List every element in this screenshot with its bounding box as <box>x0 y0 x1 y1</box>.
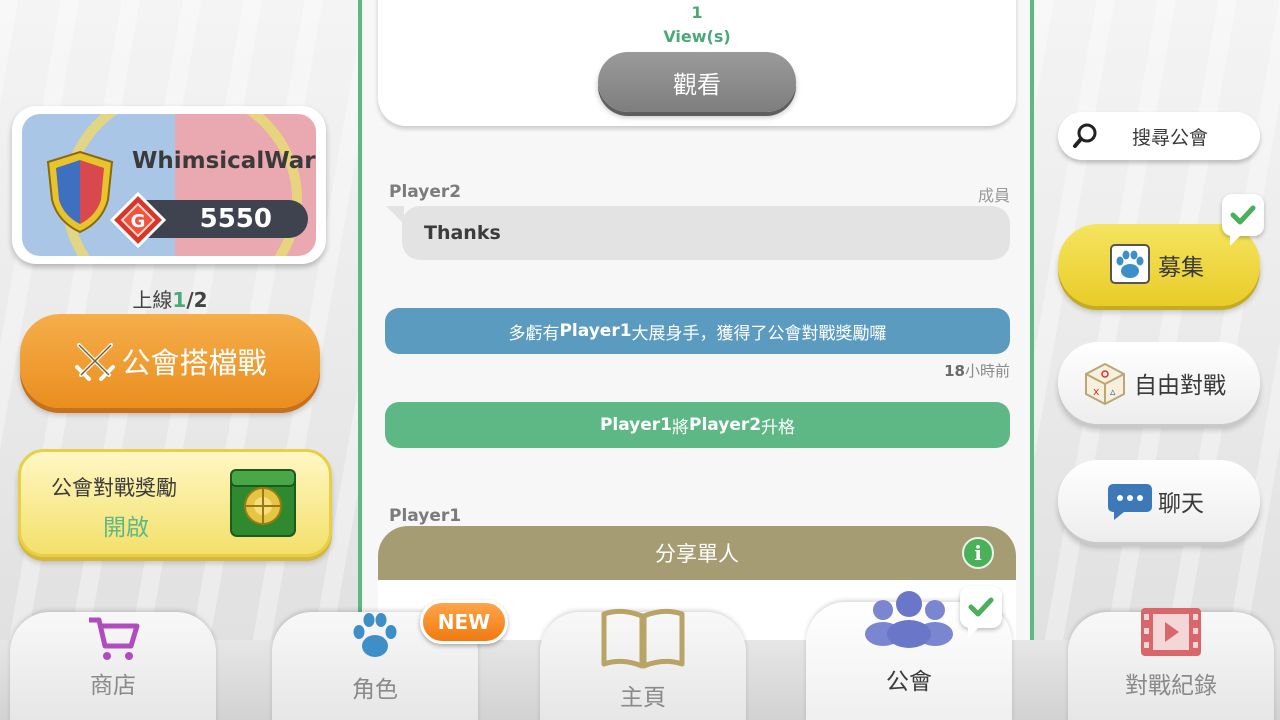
svg-text:G: G <box>131 211 146 232</box>
search-guild-label: 搜尋公會 <box>1132 126 1209 149</box>
player-name: WhimsicalWar <box>132 148 316 174</box>
info-icon[interactable]: i <box>962 537 994 569</box>
reward-status: 開啟 <box>103 515 149 541</box>
free-battle-label: 自由對戰 <box>1134 373 1226 399</box>
online-members: 上線1/2 <box>0 284 340 313</box>
guild-partner-battle-button[interactable]: 公會搭檔戰 <box>20 314 320 408</box>
svg-text:▵: ▵ <box>1110 385 1116 398</box>
chat-bubble: Thanks <box>386 206 1010 260</box>
guild-shield-icon <box>46 150 114 234</box>
reward-text-prefix: 多虧有 <box>508 323 560 344</box>
rank-gem-icon: G <box>110 192 166 248</box>
online-current: 1 <box>172 288 187 312</box>
chat-button[interactable]: 聊天 <box>1058 460 1260 542</box>
watch-button[interactable]: 觀看 <box>598 52 796 112</box>
chat-icon <box>1108 484 1152 520</box>
tab-home[interactable]: 主頁 <box>540 608 746 720</box>
search-guild-button[interactable]: 搜尋公會 <box>1058 112 1260 160</box>
reward-player: Player1 <box>559 321 632 341</box>
promote-middle: 將 <box>672 417 689 438</box>
replay-post-card: 1 View(s) 觀看 <box>378 0 1016 126</box>
film-icon <box>1141 608 1201 656</box>
message-sender: Player2 <box>389 182 462 202</box>
profile-banner: WhimsicalWar 5550 G <box>22 114 316 256</box>
system-message-reward: 多虧有 Player1 大展身手，獲得了公會對戰獎勵囉 <box>385 308 1010 354</box>
share-panel-title: 分享單人 <box>655 542 739 566</box>
paw-icon <box>353 613 397 657</box>
tab-battle-record[interactable]: 對戰紀錄 <box>1068 608 1274 720</box>
message-sender-role: 成員 <box>977 186 1010 205</box>
guild-profile-card[interactable]: WhimsicalWar 5550 G <box>12 106 326 264</box>
checkmark-icon <box>968 597 994 617</box>
guild-members-icon <box>865 591 953 648</box>
crossed-swords-icon <box>75 343 116 381</box>
promote-player-a: Player1 <box>599 415 672 435</box>
promote-player-b: Player2 <box>689 415 762 435</box>
guild-battle-reward-button[interactable]: 公會對戰獎勵 開啟 <box>18 449 332 557</box>
time-unit: 小時前 <box>964 362 1010 380</box>
tab-character-label: 角色 <box>352 677 398 703</box>
tab-battle-record-label: 對戰紀錄 <box>1125 673 1217 699</box>
bottom-navigation: 商店 角色 主頁 公會 對戰紀錄 <box>0 591 1280 720</box>
tab-home-label: 主頁 <box>620 685 666 711</box>
next-message-sender: Player1 <box>389 506 462 526</box>
guild-check-icon <box>960 586 1002 638</box>
checkmark-icon <box>1230 205 1256 225</box>
search-icon <box>1073 123 1097 148</box>
tab-shop[interactable]: 商店 <box>10 612 216 720</box>
new-badge: NEW <box>420 600 508 644</box>
guild-feed-panel[interactable]: 1 View(s) 觀看 Player2 成員 Thanks 多虧有 Player… <box>358 0 1034 640</box>
tab-guild-label: 公會 <box>886 669 932 695</box>
tab-shop-label: 商店 <box>90 673 136 699</box>
share-panel-header: 分享單人 i <box>378 526 1016 580</box>
system-message-promote: Player1 將 Player2 升格 <box>385 402 1010 448</box>
chat-label: 聊天 <box>1158 491 1204 517</box>
cart-icon <box>89 617 140 660</box>
recruit-check-icon <box>1222 194 1264 246</box>
reward-text-suffix: 大展身手，獲得了公會對戰獎勵囉 <box>631 323 887 344</box>
chat-bubble-text: Thanks <box>424 222 501 244</box>
views-label: View(s) <box>663 27 731 46</box>
views-count: 1 <box>691 3 703 22</box>
guild-partner-battle-label: 公會搭檔戰 <box>121 346 267 380</box>
free-battle-button[interactable]: x ▵ 自由對戰 <box>1058 342 1260 424</box>
book-icon <box>601 608 685 669</box>
online-total: 2 <box>193 288 208 312</box>
time-number: 18 <box>944 362 965 380</box>
reward-chest-icon <box>230 469 296 537</box>
reward-title: 公會對戰獎勵 <box>51 476 177 500</box>
paw-icon <box>1110 244 1150 284</box>
message-time: 18小時前 <box>944 360 1010 381</box>
svg-text:x: x <box>1093 385 1100 398</box>
online-label: 上線 <box>132 288 173 312</box>
online-separator: / <box>186 288 194 312</box>
guild-score-value: 5550 <box>199 204 272 234</box>
promote-suffix: 升格 <box>761 417 796 438</box>
dice-icon: x ▵ <box>1085 362 1125 406</box>
recruit-label: 募集 <box>1158 255 1204 281</box>
